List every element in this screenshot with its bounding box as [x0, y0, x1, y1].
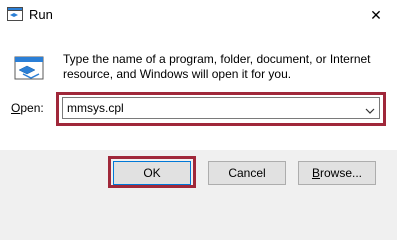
ok-button-label: OK [143, 166, 161, 180]
browse-button[interactable]: Browse... [298, 161, 376, 185]
browse-button-label: Browse... [312, 166, 362, 180]
cancel-button[interactable]: Cancel [208, 161, 286, 185]
window-title: Run [29, 7, 53, 22]
open-label-text: pen: [20, 101, 44, 115]
run-dialog: Run ✕ Type the name of a program, folder… [0, 0, 397, 204]
close-icon: ✕ [370, 6, 382, 23]
browse-accelerator: B [311, 166, 320, 180]
title-bar: Run ✕ [0, 0, 397, 30]
dialog-body: Type the name of a program, folder, docu… [0, 30, 397, 150]
dialog-description: Type the name of a program, folder, docu… [63, 52, 371, 81]
run-app-icon [7, 7, 23, 21]
chevron-down-icon[interactable] [365, 103, 375, 114]
ok-button[interactable]: OK [113, 161, 191, 185]
open-combobox[interactable]: mmsys.cpl [62, 97, 380, 119]
browse-label-text: rowse... [320, 166, 363, 180]
cancel-button-label: Cancel [228, 166, 266, 180]
open-input-value[interactable]: mmsys.cpl [67, 101, 124, 115]
open-label-accelerator: O [11, 101, 21, 115]
close-button[interactable]: ✕ [361, 0, 391, 30]
open-label: Open: [11, 101, 44, 115]
run-dialog-icon [13, 52, 45, 84]
